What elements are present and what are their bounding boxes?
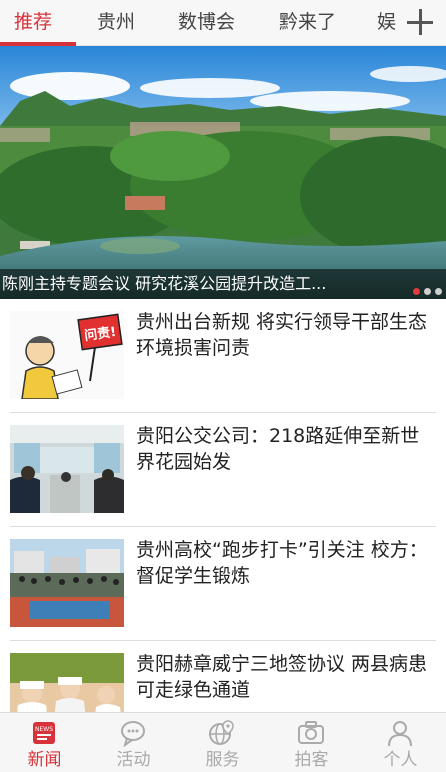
nav-label: 服务: [205, 750, 240, 770]
tab-qian-lai-le[interactable]: 黔来了: [279, 0, 336, 46]
hero-caption-bar: 陈刚主持专题会议 研究花溪公园提升改造工...: [0, 269, 446, 299]
tab-guizhou[interactable]: 贵州: [97, 0, 135, 46]
nav-profile[interactable]: 个人: [356, 713, 445, 772]
news-thumbnail: 问责!: [10, 311, 124, 399]
carousel-dot[interactable]: [413, 288, 420, 295]
hero-image: [0, 46, 446, 299]
news-list: 问责! 贵州出台新规 将实行领导干部生态环境损害问责 贵阳公交公司：218路延伸…: [0, 299, 446, 755]
nav-news[interactable]: NEWS 新闻: [0, 713, 89, 772]
news-item[interactable]: 问责! 贵州出台新规 将实行领导干部生态环境损害问责: [10, 299, 436, 413]
news-item[interactable]: 贵阳公交公司：218路延伸至新世界花园始发: [10, 413, 436, 527]
tab-recommend[interactable]: 推荐: [14, 0, 52, 46]
carousel-dot[interactable]: [435, 288, 442, 295]
news-thumbnail: [10, 539, 124, 627]
camera-icon: [298, 721, 324, 744]
bottom-nav: NEWS 新闻 活动 服务 拍客 个人: [0, 712, 446, 772]
nav-label: 活动: [116, 750, 151, 770]
carousel-indicator: [409, 280, 442, 299]
person-icon: [388, 721, 412, 747]
tab-entertainment[interactable]: 娱: [377, 0, 396, 46]
globe-location-icon: [209, 720, 234, 745]
plus-icon[interactable]: [404, 6, 436, 38]
svg-text:NEWS: NEWS: [35, 726, 53, 733]
news-icon: NEWS: [33, 722, 55, 744]
nav-label: 拍客: [294, 750, 329, 770]
news-thumbnail: [10, 425, 124, 513]
news-title[interactable]: 贵阳公交公司：218路延伸至新世界花园始发: [136, 423, 436, 475]
news-title[interactable]: 贵阳赫章威宁三地签协议 两县病患可走绿色通道: [136, 651, 436, 703]
nav-activities[interactable]: 活动: [89, 713, 178, 772]
news-title[interactable]: 贵州高校“跑步打卡”引关注 校方：督促学生锻炼: [136, 537, 436, 589]
hero-caption[interactable]: 陈刚主持专题会议 研究花溪公园提升改造工...: [2, 269, 326, 299]
news-item[interactable]: 贵州高校“跑步打卡”引关注 校方：督促学生锻炼: [10, 527, 436, 641]
hero-carousel[interactable]: 陈刚主持专题会议 研究花溪公园提升改造工...: [0, 46, 446, 299]
tab-big-data-expo[interactable]: 数博会: [178, 0, 235, 46]
chat-bubble-icon: [121, 721, 145, 747]
nav-services[interactable]: 服务: [178, 713, 267, 772]
nav-label: 新闻: [27, 750, 62, 770]
carousel-dot[interactable]: [424, 288, 431, 295]
nav-photo-reporter[interactable]: 拍客: [267, 713, 356, 772]
news-title[interactable]: 贵州出台新规 将实行领导干部生态环境损害问责: [136, 309, 436, 361]
top-tab-bar: 推荐 贵州 数博会 黔来了 娱: [0, 0, 446, 46]
nav-label: 个人: [383, 750, 418, 770]
